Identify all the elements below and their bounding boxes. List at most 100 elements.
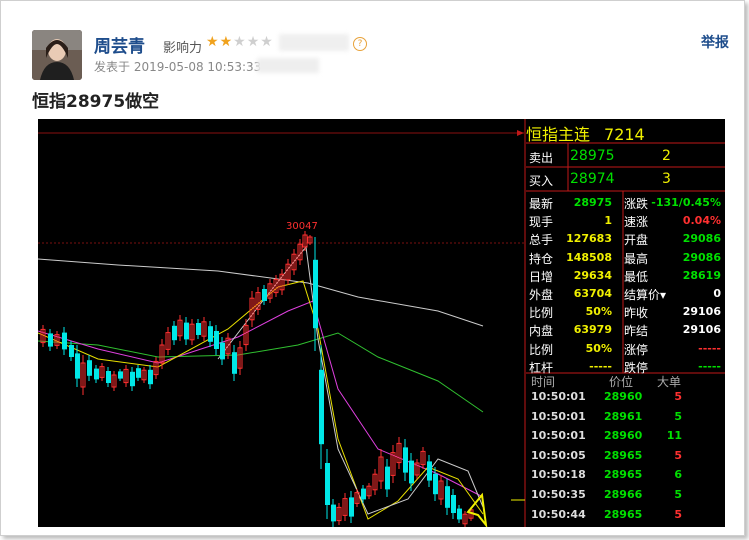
author-name[interactable]: 周芸青 xyxy=(94,32,145,57)
tick-row: 10:50:01 28961 5 xyxy=(526,407,725,426)
star-icon: ★ xyxy=(246,34,261,50)
stat-value: 28975 xyxy=(573,196,612,209)
stat-label: 比例 xyxy=(529,342,554,357)
candle-body xyxy=(220,342,225,360)
tick-price: 28960 xyxy=(604,429,643,443)
stat-label: 日增 xyxy=(529,269,554,284)
avatar[interactable] xyxy=(32,30,82,80)
stat-label: 结算价▾ xyxy=(624,288,667,302)
tick-volume: 5 xyxy=(674,507,682,521)
candle-body xyxy=(349,497,354,517)
post-meta: 发表于 2019-05-08 10:53:33 xyxy=(94,58,261,75)
report-link[interactable]: 举报 xyxy=(701,32,729,52)
candle-body xyxy=(409,460,414,484)
candle-body xyxy=(427,461,432,481)
tick-price: 28960 xyxy=(604,390,643,403)
redacted-region xyxy=(257,58,319,73)
star-icon: ★ xyxy=(219,34,234,50)
instrument-title: 恒指主连 7214 xyxy=(526,121,645,145)
tick-time: 10:50:44 xyxy=(531,507,586,521)
posted-label: 发表于 xyxy=(94,60,131,74)
quote-panel: 恒指主连 7214 卖出 28975 2 买入 28974 3 最新 28975 涨跌… xyxy=(526,119,725,527)
tick-price: 28961 xyxy=(604,409,643,423)
stat-value: 29106 xyxy=(682,323,721,337)
candle-body xyxy=(48,333,53,347)
stat-value: -131/0.45% xyxy=(651,196,721,209)
tick-price: 28965 xyxy=(604,468,643,482)
stat-value: 50% xyxy=(585,305,612,319)
stat-row: 总手 127683 开盘 29086 xyxy=(526,229,725,247)
tick-row: 10:50:35 28966 5 xyxy=(526,485,725,504)
stat-value: ----- xyxy=(589,359,612,373)
stat-row: 持仓 148508 最高 29086 xyxy=(526,248,725,266)
candle-body xyxy=(75,353,80,379)
candle-body xyxy=(445,486,450,508)
stat-label: 最高 xyxy=(624,251,649,266)
stat-row: 最新 28975 涨跌 -131/0.45% xyxy=(526,193,725,211)
influence-label: 影响力 xyxy=(163,41,203,56)
ask-label: 卖出 xyxy=(529,151,554,165)
moving-average-line xyxy=(38,332,484,413)
moving-average-line xyxy=(38,280,484,520)
tick-price: 28965 xyxy=(604,448,643,462)
stat-value: 148508 xyxy=(566,250,612,264)
stat-value: 63979 xyxy=(573,323,612,337)
stat-label: 昨结 xyxy=(624,324,649,339)
candle-body xyxy=(172,325,177,341)
stat-value: 127683 xyxy=(566,232,612,246)
tick-volume: 5 xyxy=(674,488,682,501)
candle-body xyxy=(457,508,462,520)
post-title: 恒指28975做空 xyxy=(32,92,160,112)
tick-time: 10:50:01 xyxy=(531,429,586,443)
candle-body xyxy=(232,352,237,374)
stat-label: 现手 xyxy=(529,215,554,230)
post-card: 周芸青 影响力 ★★★★★ ? 举报 发表于 2019-05-08 10:53:… xyxy=(0,0,745,536)
stat-value: 63704 xyxy=(573,287,612,300)
candle-body xyxy=(385,466,390,490)
redacted-region xyxy=(279,34,349,51)
trading-screenshot: 30047 恒指主连 7214 卖出 28975 2 买入 28974 3 最新 2… xyxy=(38,119,725,527)
stat-label: 最新 xyxy=(529,197,554,211)
bid-volume: 3 xyxy=(662,171,671,187)
stat-label: 持仓 xyxy=(529,251,554,266)
ask-price: 28975 xyxy=(570,148,615,164)
bid-label: 买入 xyxy=(529,174,554,188)
candle-body xyxy=(319,369,324,445)
stat-value: 29106 xyxy=(682,305,721,319)
posted-time: 2019-05-08 10:53:33 xyxy=(133,60,262,74)
tick-volume: 6 xyxy=(674,468,682,482)
candle-body xyxy=(214,331,219,349)
candle-body xyxy=(196,323,201,335)
peak-price-label: 30047 xyxy=(286,221,318,232)
stat-label: 总手 xyxy=(529,233,554,248)
tick-row: 10:50:05 28965 5 xyxy=(526,446,725,465)
candle-body xyxy=(94,368,99,380)
ask-volume: 2 xyxy=(662,148,671,164)
candle-body xyxy=(208,326,213,342)
help-icon[interactable]: ? xyxy=(353,37,367,51)
stat-value: 28619 xyxy=(682,268,721,282)
bid-row: 买入 28974 3 xyxy=(526,169,725,191)
candle-body xyxy=(118,371,123,379)
stat-row: 外盘 63704 结算价▾ 0 xyxy=(526,284,725,302)
moving-averages xyxy=(38,245,484,520)
candle-body xyxy=(361,488,366,500)
avatar-image xyxy=(32,30,82,80)
candle-body xyxy=(433,473,438,495)
tick-price: 28965 xyxy=(604,507,643,521)
candlesticks xyxy=(40,231,474,527)
candle-body xyxy=(130,371,135,387)
instrument-code: 7214 xyxy=(604,125,645,144)
stat-label: 内盘 xyxy=(529,324,554,339)
tick-row: 10:50:01 28960 11 xyxy=(526,426,725,445)
tick-time: 10:50:01 xyxy=(531,390,586,403)
stat-value: 29086 xyxy=(682,250,721,264)
stat-value: 0 xyxy=(713,287,721,300)
marker-icon xyxy=(517,130,524,136)
tick-row: 10:50:44 28965 5 xyxy=(526,505,725,524)
stat-label: 外盘 xyxy=(529,288,554,302)
stat-value: 50% xyxy=(585,341,612,355)
star-icon: ★ xyxy=(233,34,247,50)
star-icon: ★ xyxy=(206,34,220,50)
tick-volume: 5 xyxy=(674,390,682,403)
